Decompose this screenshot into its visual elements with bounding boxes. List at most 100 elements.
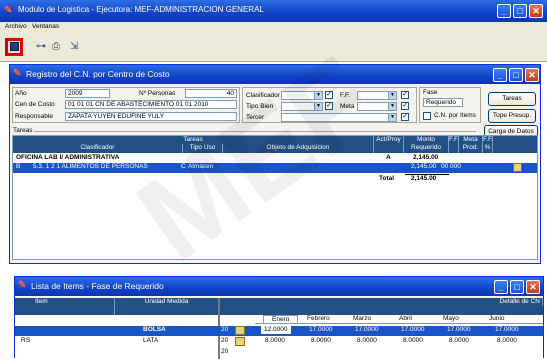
maximize-button[interactable]: □ [513, 4, 527, 18]
toolbar: ⊶ ⎙ ⇲ [0, 32, 547, 62]
month-header: Abril [399, 315, 413, 322]
menu-archivo[interactable]: Archivo [5, 23, 27, 31]
list-item[interactable]: BOLSA 20 12.0000 17.0000 17.0000 17.0000… [15, 326, 543, 336]
tipo-bien-label: Tipo Bien [246, 103, 274, 110]
clasificador-checkbox[interactable]: ✓ [325, 91, 333, 99]
fase-combo[interactable]: Requerido [423, 98, 463, 107]
meta-combo[interactable]: ▼ [357, 102, 397, 111]
lista-close-button[interactable]: ✕ [526, 280, 540, 294]
exit-icon[interactable]: ⇲ [70, 41, 78, 52]
month-value: 17.0000 [401, 326, 425, 333]
month-header: Enero [263, 315, 299, 324]
month-value: 8.0000 [403, 337, 423, 344]
registro-maximize-button[interactable]: □ [509, 68, 523, 82]
tercer-combo[interactable]: ▼ [281, 113, 397, 122]
cn-items-checkbox[interactable] [423, 112, 431, 120]
row-obj: Almacen [188, 163, 214, 170]
registro-close-button[interactable]: ✕ [525, 68, 539, 82]
clasificador-combo[interactable]: ▼ [281, 91, 323, 100]
app-title: Modulo de Logistica - Ejecutora: MEF-ADM… [18, 5, 264, 14]
tareas-button[interactable]: Tareas [488, 92, 536, 106]
tareas-section-label: Tareas [13, 127, 33, 134]
row-desc: 5.3. 1 2 1 ALIMENTOS DE PERSONAS [33, 163, 148, 170]
month-header: Mayo [443, 315, 459, 322]
total-underline [405, 174, 449, 175]
row-tipo: C [181, 163, 186, 170]
grid-header: Tareas Act/Proy Monto Requerido F.F. Met… [13, 136, 537, 153]
col-pct: % [483, 144, 493, 153]
month-value: 17.0000 [309, 326, 333, 333]
menu-ventanas[interactable]: Ventanas [32, 23, 59, 31]
menu-bar: Archivo Ventanas [0, 22, 547, 32]
col-meta: Meta [459, 136, 483, 144]
lista-minimize-button[interactable]: _ [494, 280, 508, 294]
month-value: 17.0000 [355, 326, 379, 333]
col-ff: F.F. [449, 136, 459, 153]
item-qty: 20 [221, 326, 229, 333]
ff-combo[interactable]: ▼ [357, 91, 397, 100]
lista-window: ✎ Lista de Items - Fase de Requerido _ □… [14, 276, 544, 359]
chevron-down-icon[interactable]: ▼ [314, 92, 322, 99]
row-monto: 2,145.00 [413, 154, 439, 161]
months-header: Enero Febrero Marzo Abril Mayo Junio [255, 315, 543, 324]
print-icon[interactable]: ⎙ [52, 41, 60, 52]
save-icon [10, 42, 19, 51]
table-row[interactable]: B 5.3. 1 2 1 ALIMENTOS DE PERSONAS C Alm… [13, 163, 537, 173]
registro-window: ✎ Registro del C.N. por Centro de Costo … [9, 64, 541, 264]
col-clasificador: Clasificador [13, 144, 183, 153]
lista-maximize-button[interactable]: □ [510, 280, 524, 294]
col-ff2: F.F. [483, 136, 494, 144]
item-qty: 20 [221, 348, 229, 355]
registro-titlebar: ✎ Registro del C.N. por Centro de Costo … [10, 65, 540, 84]
total-value: 2,145.00 [411, 175, 437, 182]
chevron-down-icon[interactable]: ▼ [388, 114, 396, 121]
row-act: A [386, 154, 391, 161]
month-header: Febrero [307, 315, 330, 322]
tope-presup-button[interactable]: Tope Presup. [488, 109, 536, 123]
month-value: 8.0000 [449, 337, 469, 344]
pencil-icon: ✎ [13, 68, 22, 79]
lista-grid-header: Item Unidad Medida Detalle de CN [15, 298, 543, 315]
month-header: Junio [489, 315, 505, 322]
responsable-field[interactable]: ZAPATA YUYEN EDUFINE YULY [65, 112, 237, 121]
meta-checkbox[interactable]: ✓ [401, 102, 409, 110]
row-monto: 2,145.00 [411, 163, 437, 170]
month-value: 8.0000 [311, 337, 331, 344]
ff-checkbox[interactable]: ✓ [401, 91, 409, 99]
col-objeto: Objeto de Adquisicion [223, 144, 374, 153]
chevron-down-icon[interactable]: ▼ [388, 92, 396, 99]
nro-personas-field[interactable]: 40 [185, 89, 237, 98]
row-code: B [16, 163, 21, 170]
header-form: Año 2009 Nº Personas 40 Cen de Costo 01 … [12, 87, 240, 123]
col-tareas: Tareas [13, 136, 374, 144]
app-titlebar: ✎ Modulo de Logistica - Ejecutora: MEF-A… [0, 0, 547, 22]
anio-label: Año [15, 90, 27, 97]
list-item[interactable]: 20 [15, 348, 543, 358]
tipo-bien-checkbox[interactable]: ✓ [325, 102, 333, 110]
tercer-checkbox[interactable]: ✓ [401, 113, 409, 121]
anio-field[interactable]: 2009 [65, 89, 110, 98]
month-value: 8.0000 [265, 337, 285, 344]
save-button[interactable] [5, 38, 23, 56]
chevron-down-icon[interactable]: ▼ [388, 103, 396, 110]
link-icon[interactable]: ⊶ [36, 41, 46, 52]
cn-items-label: C.N. por Items [434, 112, 476, 119]
tareas-grid: Tareas Act/Proy Monto Requerido F.F. Met… [12, 135, 538, 260]
close-button[interactable]: ✕ [529, 4, 543, 18]
row-code: OFICINA LAB I/ ADMINISTRATIVA [16, 154, 120, 161]
chevron-down-icon[interactable]: ▼ [314, 103, 322, 110]
table-row[interactable]: OFICINA LAB I/ ADMINISTRATIVA A 2,145.00 [13, 154, 537, 163]
app-icon: ✎ [4, 5, 13, 16]
registro-minimize-button[interactable]: _ [493, 68, 507, 82]
minimize-button[interactable]: _ [497, 4, 511, 18]
edit-icon[interactable] [235, 326, 245, 335]
filters-box: Clasificador ▼ ✓ F.F. ▼ ✓ Tipo Bien ▼ ✓ … [242, 87, 417, 123]
tercer-label: Tercer [246, 114, 265, 121]
tipo-bien-combo[interactable]: ▼ [281, 102, 323, 111]
detail-icon[interactable] [513, 163, 522, 172]
centro-costo-field[interactable]: 01 01 01 CN DE ABASTECIMIENTO 01 01 2010 [65, 100, 237, 109]
month-value: 8.0000 [357, 337, 377, 344]
list-item[interactable]: RS LATA 20 8.0000 8.0000 8.0000 8.0000 8… [15, 337, 543, 347]
edit-icon[interactable] [235, 337, 245, 346]
month-value: 17.0000 [447, 326, 471, 333]
